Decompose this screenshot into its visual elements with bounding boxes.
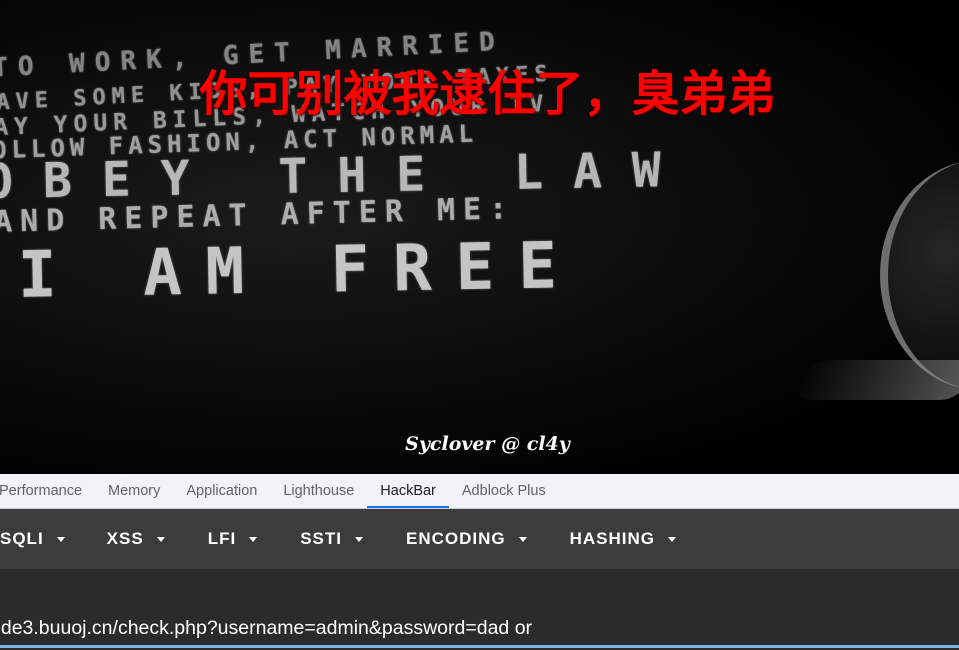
- caret-down-icon: [355, 536, 363, 542]
- tab-memory[interactable]: Memory: [95, 474, 173, 508]
- web-page: TO WORK, GET MARRIED AVE SOME KIDS, PAY …: [0, 0, 959, 474]
- ssti-menu-label: SSTI: [300, 529, 342, 548]
- tab-performance[interactable]: Performance: [0, 474, 95, 508]
- hashing-menu-label: HASHING: [569, 529, 656, 548]
- url-input-value: ode3.buuoj.cn/check.php?username=admin&p…: [0, 616, 533, 639]
- page-headline: 你可别被我逮住了，臭弟弟: [199, 66, 776, 122]
- poster-line: I AM FREE: [17, 229, 582, 313]
- tab-hackbar[interactable]: HackBar: [367, 474, 449, 508]
- tab-application[interactable]: Application: [173, 474, 270, 508]
- hackbar-body: ode3.buuoj.cn/check.php?username=admin&p…: [0, 569, 959, 650]
- xss-menu[interactable]: XSS: [107, 529, 165, 549]
- tab-adblock-plus[interactable]: Adblock Plus: [449, 474, 559, 508]
- encoding-menu[interactable]: ENCODING: [406, 529, 527, 549]
- sqli-menu[interactable]: SQLI: [0, 529, 65, 549]
- sqli-menu-label: SQLI: [0, 529, 44, 548]
- caret-down-icon: [56, 536, 65, 542]
- caret-down-icon: [156, 536, 165, 542]
- caret-down-icon: [249, 536, 258, 542]
- xss-menu-label: XSS: [106, 529, 144, 548]
- lfi-menu[interactable]: LFI: [208, 529, 258, 549]
- ssti-menu[interactable]: SSTI: [300, 529, 363, 549]
- url-input[interactable]: ode3.buuoj.cn/check.php?username=admin&p…: [0, 609, 959, 647]
- hackbar-toolbar: SQLI XSS LFI SSTI ENCODING HASHING: [0, 509, 959, 569]
- page-credit: Syclover @ cl4y: [405, 433, 570, 455]
- encoding-menu-label: ENCODING: [406, 529, 506, 548]
- tab-lighthouse[interactable]: Lighthouse: [270, 474, 367, 508]
- devtools-tab-bar: Performance Memory Application Lighthous…: [0, 474, 959, 509]
- light-streak-decoration: [790, 360, 959, 400]
- url-input-focus-underline: [0, 645, 959, 648]
- hashing-menu[interactable]: HASHING: [569, 529, 677, 549]
- lfi-menu-label: LFI: [207, 529, 237, 548]
- caret-down-icon: [518, 536, 527, 542]
- caret-down-icon: [668, 536, 677, 542]
